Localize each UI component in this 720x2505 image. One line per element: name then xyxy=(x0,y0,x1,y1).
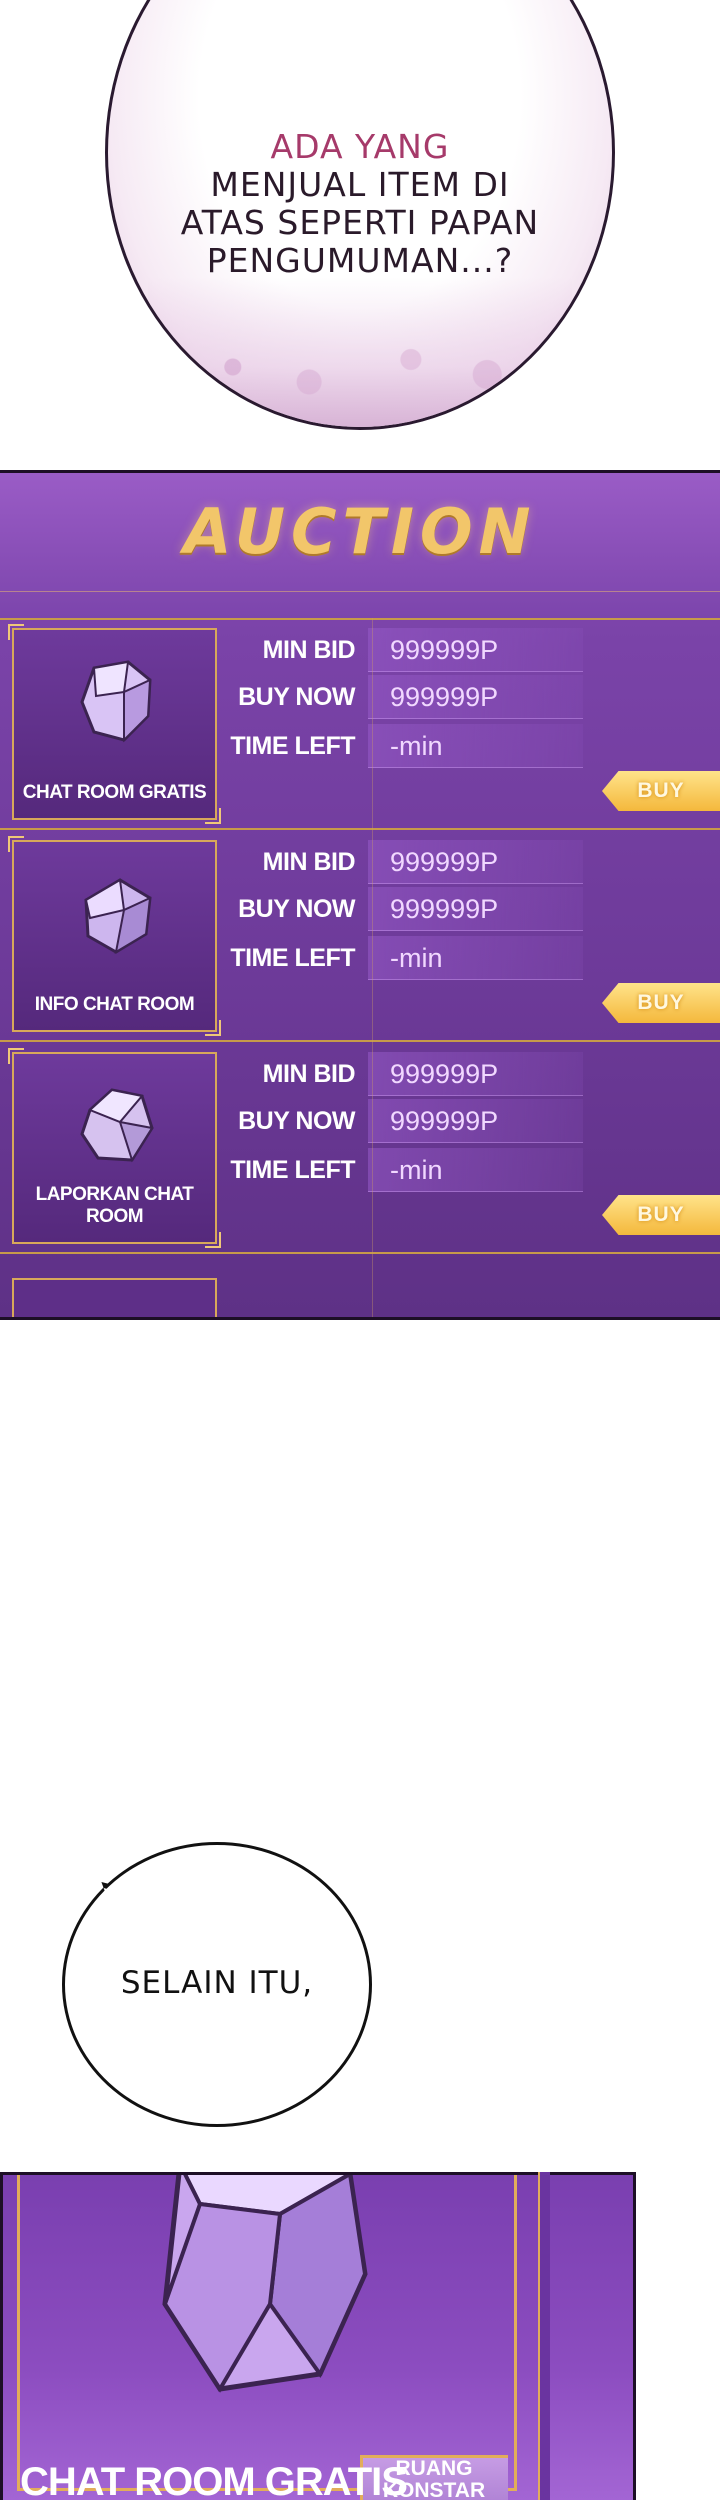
time-left-label: TIME LEFT xyxy=(230,732,355,760)
crystal-icon xyxy=(162,2175,368,2393)
buy-now-value: 999999P xyxy=(368,675,583,719)
bubble-line: ATAS SEPERTI PAPAN xyxy=(180,203,540,242)
crystal-icon xyxy=(80,660,152,743)
zoom-side-divider xyxy=(538,2172,550,2500)
item-card-partial xyxy=(12,1278,217,1317)
item-card[interactable]: CHAT ROOM GRATIS xyxy=(8,624,221,824)
auction-row: LAPORKAN CHAT ROOM MIN BID 999999P BUY N… xyxy=(0,1042,720,1254)
min-bid-value: 999999P xyxy=(368,1052,583,1096)
sparkle-effect xyxy=(148,277,572,427)
bubble-line: MENJUAL ITEM DI xyxy=(210,165,510,204)
buy-now-value: 999999P xyxy=(368,887,583,931)
auction-title: AUCTION xyxy=(183,495,537,568)
crystal-icon xyxy=(84,878,152,955)
time-left-value: -min xyxy=(368,936,583,980)
buy-now-field: BUY NOW 999999P xyxy=(220,887,583,933)
time-left-value: -min xyxy=(368,1148,583,1192)
min-bid-value: 999999P xyxy=(368,628,583,672)
speech-bubble-top-text: ADA YANG MENJUAL ITEM DI ATAS SEPERTI PA… xyxy=(130,128,590,280)
buy-now-label: BUY NOW xyxy=(238,1107,355,1135)
buy-now-field: BUY NOW 999999P xyxy=(220,1099,583,1145)
bubble-line: PENGUMUMAN...? xyxy=(206,241,514,280)
min-bid-field: MIN BID 999999P xyxy=(220,840,583,886)
auction-row: CHAT ROOM GRATIS MIN BID 999999P BUY NOW… xyxy=(0,618,720,830)
crystal-icon xyxy=(80,1088,154,1163)
item-name: CHAT ROOM GRATIS xyxy=(22,782,207,803)
time-left-field: TIME LEFT -min xyxy=(220,936,583,982)
bubble-line: ADA YANG xyxy=(270,127,450,166)
buy-now-label: BUY NOW xyxy=(238,895,355,923)
zoom-item-frame xyxy=(17,2175,517,2491)
min-bid-field: MIN BID 999999P xyxy=(220,628,583,674)
buy-button[interactable]: BUY xyxy=(602,771,720,811)
header-divider xyxy=(0,591,720,600)
column-divider xyxy=(372,618,373,1317)
min-bid-value: 999999P xyxy=(368,840,583,884)
buy-button[interactable]: BUY xyxy=(602,1195,720,1235)
min-bid-field: MIN BID 999999P xyxy=(220,1052,583,1098)
item-name: LAPORKAN CHAT ROOM xyxy=(35,1184,194,1227)
time-left-label: TIME LEFT xyxy=(230,1156,355,1184)
time-left-field: TIME LEFT -min xyxy=(220,1148,583,1194)
auction-panel: AUCTION CHAT ROOM GRATIS MIN BID 999999P… xyxy=(0,470,720,1320)
item-card[interactable]: INFO CHAT ROOM xyxy=(8,836,221,1036)
auction-header: AUCTION xyxy=(0,473,720,620)
buy-now-field: BUY NOW 999999P xyxy=(220,675,583,721)
min-bid-label: MIN BID xyxy=(262,636,356,664)
time-left-field: TIME LEFT -min xyxy=(220,724,583,770)
buy-now-label: BUY NOW xyxy=(238,683,355,711)
item-card[interactable]: LAPORKAN CHAT ROOM xyxy=(8,1048,221,1248)
buy-now-value: 999999P xyxy=(368,1099,583,1143)
auction-row: INFO CHAT ROOM MIN BID 999999P BUY NOW 9… xyxy=(0,830,720,1042)
min-bid-label: MIN BID xyxy=(262,1060,356,1088)
speech-bubble-middle-text: SELAIN ITU, xyxy=(120,1965,314,2001)
time-left-label: TIME LEFT xyxy=(230,944,355,972)
zoom-item-name: CHAT ROOM GRATIS xyxy=(20,2460,408,2504)
buy-button[interactable]: BUY xyxy=(602,983,720,1023)
time-left-value: -min xyxy=(368,724,583,768)
min-bid-label: MIN BID xyxy=(262,848,356,876)
item-name: INFO CHAT ROOM xyxy=(34,994,195,1015)
